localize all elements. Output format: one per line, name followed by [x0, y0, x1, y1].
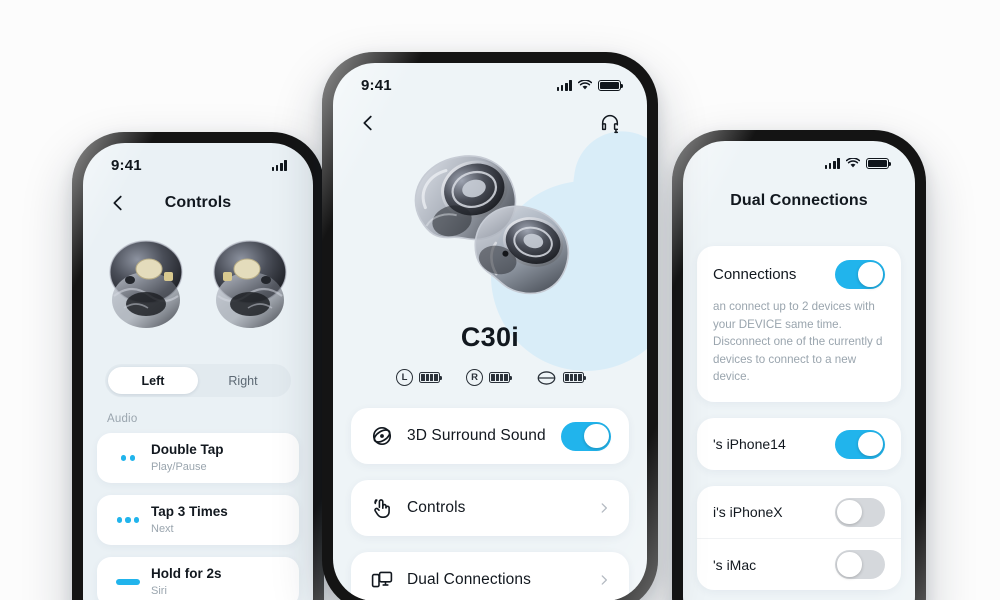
- left-status-bar: 9:41: [83, 143, 313, 174]
- center-nav-bar: [333, 94, 647, 138]
- hold-bar-icon: [111, 579, 145, 585]
- surround-sound-icon: [369, 423, 395, 449]
- device-name: 's iPhone14: [713, 436, 786, 453]
- dual-connections-label: Dual Connections: [407, 571, 531, 588]
- dual-connections-card: Connections an connect up to 2 devices w…: [697, 246, 901, 403]
- list-item[interactable]: Tap 3 Times Next: [97, 495, 299, 545]
- battery-status-row: L R: [333, 369, 647, 386]
- cellular-signal-icon: [556, 80, 572, 92]
- chevron-left-icon[interactable]: [357, 112, 379, 134]
- controls-list: Double Tap Play/Pause Tap 3 Times Next H…: [83, 433, 313, 600]
- settings-cards: 3D Surround Sound Controls Dual Connecti…: [333, 386, 647, 600]
- status-icons: [271, 160, 287, 171]
- wifi-icon: [578, 80, 592, 91]
- status-icons: [824, 157, 892, 170]
- controls-label: Controls: [407, 499, 466, 516]
- dual-connections-label: Connections: [713, 266, 797, 283]
- list-item[interactable]: Double Tap Play/Pause: [97, 433, 299, 483]
- left-nav-bar: Controls: [83, 174, 313, 218]
- left-earbud-icon: L: [396, 369, 413, 386]
- right-earbud-battery: R: [466, 369, 513, 386]
- product-name: C30i: [460, 322, 520, 352]
- control-subtitle: Play/Pause: [151, 460, 207, 473]
- center-status-bar: 9:41: [333, 63, 647, 94]
- page-title: Dual Connections: [730, 191, 868, 209]
- chevron-left-icon[interactable]: [107, 192, 129, 214]
- surround-sound-card[interactable]: 3D Surround Sound: [351, 408, 629, 464]
- control-subtitle: Next: [151, 522, 174, 535]
- center-phone-screen: 9:41 C30i L R 3D Surround Sound Controls…: [333, 63, 647, 600]
- battery-icon: [866, 157, 892, 170]
- segment-left[interactable]: Left: [108, 367, 198, 394]
- right-nav-bar: Dual Connections: [683, 172, 915, 216]
- control-subtitle: Siri: [151, 584, 167, 597]
- control-title: Tap 3 Times: [151, 503, 228, 519]
- table-row[interactable]: 's iPhone14: [697, 418, 901, 470]
- right-phone-screen: 9:41 Dual Connections Connections: [683, 141, 915, 600]
- section-label-audio: Audio: [107, 413, 138, 425]
- status-icons: [556, 79, 624, 92]
- earbuds-pair-graphic: [414, 155, 569, 295]
- wifi-icon: [846, 158, 860, 169]
- tap-gesture-icon: [369, 495, 395, 521]
- center-phone-mockup: 9:41 C30i L R 3D Surround Sound Controls…: [322, 52, 658, 600]
- dual-connections-toggle[interactable]: [835, 260, 885, 289]
- dual-device-icon: [369, 567, 395, 593]
- headphones-icon[interactable]: [597, 110, 623, 136]
- dual-connections-card[interactable]: Dual Connections: [351, 552, 629, 600]
- page-title: Controls: [164, 193, 232, 211]
- chevron-right-icon[interactable]: [597, 573, 611, 587]
- left-phone-mockup: 9:41 Controls Left Right Audio Double Ta…: [72, 132, 324, 600]
- device-toggle[interactable]: [835, 497, 885, 527]
- right-phone-mockup: 9:41 Dual Connections Connections: [672, 130, 926, 600]
- available-devices-card: i's iPhoneX 's iMac: [697, 486, 901, 591]
- charging-case-icon: [537, 370, 556, 385]
- chevron-right-icon[interactable]: [597, 501, 611, 515]
- dual-connections-description: an connect up to 2 devices with your DEV…: [713, 300, 883, 384]
- controls-card[interactable]: Controls: [351, 480, 629, 536]
- cellular-signal-icon: [271, 160, 287, 171]
- device-name: 's iMac: [713, 556, 757, 573]
- left-earbud-battery: L: [396, 369, 443, 386]
- battery-icon: [598, 79, 624, 92]
- surround-sound-label: 3D Surround Sound: [407, 427, 546, 444]
- list-item[interactable]: Hold for 2s Siri: [97, 557, 299, 600]
- device-toggle[interactable]: [835, 429, 885, 459]
- earbud-right-graphic: [206, 238, 294, 334]
- status-clock: 9:41: [361, 77, 392, 94]
- control-title: Double Tap: [151, 441, 224, 457]
- table-row[interactable]: 's iMac: [697, 538, 901, 590]
- control-title: Hold for 2s: [151, 565, 222, 581]
- surround-sound-toggle[interactable]: [561, 421, 611, 451]
- right-status-bar: 9:41: [683, 141, 915, 172]
- device-name: i's iPhoneX: [713, 504, 783, 521]
- center-earbuds-image: [333, 138, 647, 318]
- battery-icon: [489, 372, 513, 383]
- status-clock: 9:41: [111, 157, 142, 174]
- two-dots-icon: [111, 455, 145, 461]
- cellular-signal-icon: [824, 158, 840, 170]
- device-toggle[interactable]: [835, 550, 885, 580]
- left-phone-screen: 9:41 Controls Left Right Audio Double Ta…: [83, 143, 313, 600]
- showcase-stage: 9:41 Controls Left Right Audio Double Ta…: [0, 0, 1000, 600]
- charging-case-battery: [536, 370, 587, 386]
- left-right-segmented-control[interactable]: Left Right: [105, 364, 291, 397]
- right-earbud-icon: R: [466, 369, 483, 386]
- battery-icon: [563, 372, 587, 383]
- three-dots-icon: [111, 517, 145, 523]
- battery-icon: [419, 372, 443, 383]
- connected-device-card: 's iPhone14: [697, 418, 901, 471]
- table-row[interactable]: i's iPhoneX: [697, 486, 901, 538]
- left-earbuds-image: [83, 222, 313, 350]
- segment-right[interactable]: Right: [198, 367, 288, 394]
- earbud-left-graphic: [102, 238, 190, 334]
